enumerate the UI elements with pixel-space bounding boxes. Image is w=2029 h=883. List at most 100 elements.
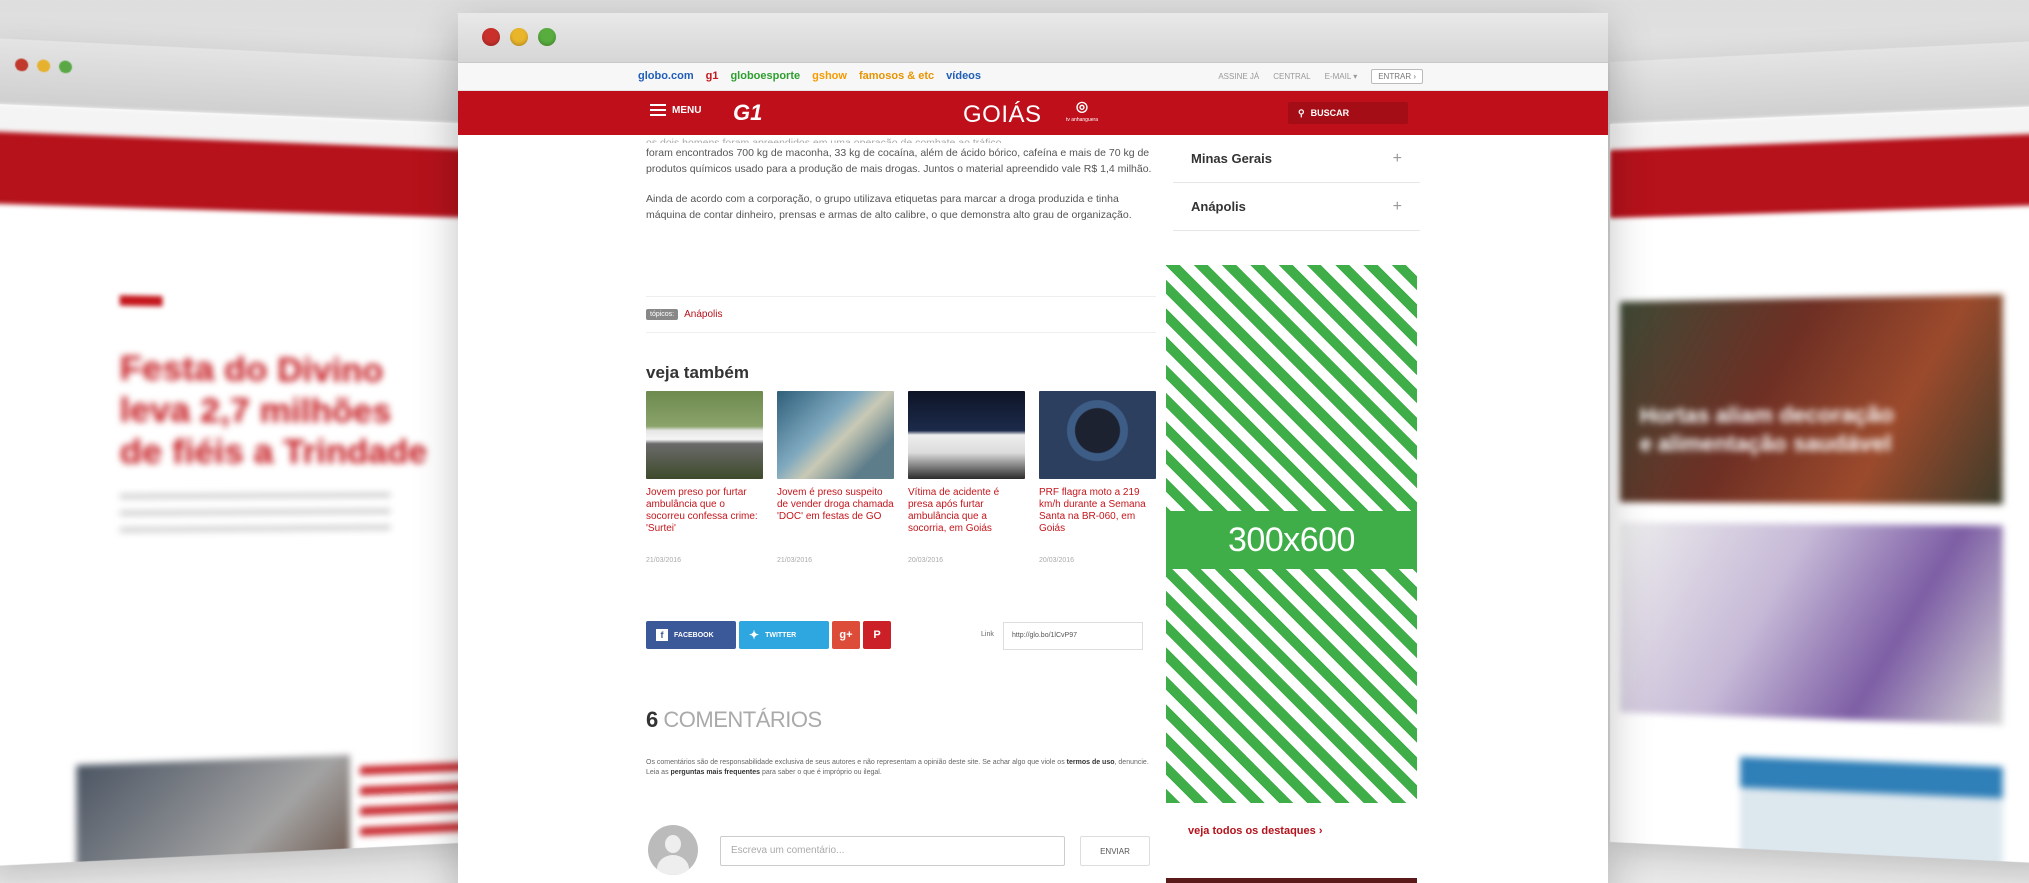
facebook-icon: f <box>656 629 668 641</box>
subscribe-link[interactable]: ASSINE JÁ <box>1218 72 1259 81</box>
region-label: Minas Gerais <box>1191 151 1272 166</box>
left-thumbnail <box>76 755 349 866</box>
left-headline: Festa do Divino leva 2,7 milhões de fiéi… <box>120 347 431 472</box>
googleplus-share-button[interactable]: g+ <box>832 621 860 649</box>
related-thumbnail <box>777 391 894 479</box>
g1-link[interactable]: g1 <box>706 70 719 82</box>
hamburger-icon <box>650 104 666 116</box>
twitter-label: TWITTER <box>765 632 796 639</box>
left-section-tag <box>120 295 163 306</box>
ad-placeholder[interactable]: 300x600 <box>1166 265 1417 803</box>
region-list: Minas Gerais + Anápolis + <box>1173 135 1420 231</box>
terms-link[interactable]: termos de uso <box>1067 759 1115 766</box>
site-header: MENU G1 GOIÁS ◎ tv anhanguera ⚲ BUSCAR <box>458 91 1608 135</box>
related-card[interactable]: Jovem preso por furtar ambulância que o … <box>646 391 763 564</box>
related-thumbnail <box>646 391 763 479</box>
left-browser-window: Festa do Divino leva 2,7 milhões de fiéi… <box>0 38 480 866</box>
region-label: Anápolis <box>1191 199 1246 214</box>
account-links: ASSINE JÁ CENTRAL E-MAIL ▾ ENTRAR › <box>1218 69 1423 84</box>
twitter-icon: ✦ <box>749 628 759 642</box>
search-icon: ⚲ <box>1298 108 1305 119</box>
globo-network-bar: globo.com g1 globoesporte gshow famosos … <box>458 63 1608 91</box>
short-link-field[interactable]: http://glo.bo/1lCvP97 <box>1003 622 1143 650</box>
related-title[interactable]: Jovem é preso suspeito de vender droga c… <box>777 487 894 549</box>
article-tags: tópicos: Anápolis <box>646 296 1156 333</box>
videos-link[interactable]: vídeos <box>946 70 981 82</box>
related-date: 20/03/2016 <box>1039 557 1156 564</box>
twitter-share-button[interactable]: ✦ TWITTER <box>739 621 829 649</box>
related-date: 21/03/2016 <box>646 557 763 564</box>
minimize-dot-icon[interactable] <box>510 28 528 46</box>
browser-chrome <box>458 13 1608 63</box>
related-card[interactable]: Vítima de acidente é presa após furtar a… <box>908 391 1025 564</box>
main-browser-window: globo.com g1 globoesporte gshow famosos … <box>458 13 1608 883</box>
minimize-dot-icon <box>37 59 50 72</box>
maximize-dot-icon <box>59 60 72 73</box>
plus-icon[interactable]: + <box>1393 198 1402 216</box>
tags-label: tópicos: <box>646 309 678 320</box>
g1-logo[interactable]: G1 <box>733 100 762 126</box>
login-button[interactable]: ENTRAR › <box>1371 69 1423 84</box>
plus-icon[interactable]: + <box>1393 150 1402 168</box>
related-card[interactable]: Jovem é preso suspeito de vender droga c… <box>777 391 894 564</box>
article-paragraph: Ainda de acordo com a corporação, o grup… <box>646 191 1156 223</box>
search-button[interactable]: ⚲ BUSCAR <box>1288 102 1408 124</box>
menu-label: MENU <box>672 105 701 116</box>
article-body: os dois homens foram apreendidos em uma … <box>646 135 1156 237</box>
gshow-link[interactable]: gshow <box>812 70 847 82</box>
right-feature-image-3 <box>1740 757 2003 864</box>
search-label: BUSCAR <box>1311 108 1350 118</box>
famosos-link[interactable]: famosos & etc <box>859 70 934 82</box>
tag-link-anapolis[interactable]: Anápolis <box>684 309 722 320</box>
ad-size-label: 300x600 <box>1166 511 1417 569</box>
globoesporte-link[interactable]: globoesporte <box>730 70 800 82</box>
see-also-cards: Jovem preso por furtar ambulância que o … <box>646 391 1156 564</box>
disclaimer-text: Os comentários são de responsabilidade e… <box>646 759 1067 766</box>
region-item-anapolis[interactable]: Anápolis + <box>1173 183 1420 231</box>
user-avatar-icon <box>648 825 698 875</box>
right-feature-image-2 <box>1620 522 2003 725</box>
close-dot-icon[interactable] <box>482 28 500 46</box>
comments-disclaimer: Os comentários são de responsabilidade e… <box>646 758 1156 778</box>
site-title[interactable]: GOIÁS <box>963 101 1042 129</box>
related-card[interactable]: PRF flagra moto a 219 km/h durante a Sem… <box>1039 391 1156 564</box>
related-thumbnail <box>908 391 1025 479</box>
related-title[interactable]: Jovem preso por furtar ambulância que o … <box>646 487 763 549</box>
central-link[interactable]: CENTRAL <box>1273 72 1310 81</box>
faq-link[interactable]: perguntas mais frequentes <box>671 769 760 776</box>
related-date: 21/03/2016 <box>777 557 894 564</box>
email-dropdown[interactable]: E-MAIL ▾ <box>1325 72 1358 81</box>
maximize-dot-icon[interactable] <box>538 28 556 46</box>
pinterest-share-button[interactable]: P <box>863 621 891 649</box>
right-headline: Hortas aliam decoração e alimentação sau… <box>1640 400 1907 458</box>
next-module-edge <box>1166 878 1417 883</box>
related-title[interactable]: Vítima de acidente é presa após furtar a… <box>908 487 1025 549</box>
comment-input[interactable]: Escreva um comentário... <box>720 836 1065 866</box>
globo-network-links: globo.com g1 globoesporte gshow famosos … <box>638 70 981 82</box>
send-comment-button[interactable]: ENVIAR <box>1080 836 1150 866</box>
menu-button[interactable]: MENU <box>650 104 701 116</box>
left-window-controls <box>15 58 72 73</box>
related-date: 20/03/2016 <box>908 557 1025 564</box>
see-also-title: veja também <box>646 363 749 383</box>
article-paragraph-partial: os dois homens foram apreendidos em uma … <box>646 135 1156 143</box>
region-item-minas-gerais[interactable]: Minas Gerais + <box>1173 135 1420 183</box>
window-controls <box>482 28 556 46</box>
see-all-highlights-link[interactable]: veja todos os destaques › <box>1188 825 1322 837</box>
short-link-label: Link <box>981 631 994 638</box>
avatar-body <box>657 855 689 875</box>
left-subheadline <box>120 492 391 535</box>
globo-link[interactable]: globo.com <box>638 70 694 82</box>
left-thumbnail-caption <box>360 762 470 848</box>
comments-heading: 6 COMENTÁRIOS <box>646 707 822 733</box>
tv-anhanguera-logo: ◎ tv anhanguera <box>1062 99 1102 127</box>
facebook-share-button[interactable]: f FACEBOOK <box>646 621 736 649</box>
globo-circle-icon: ◎ <box>1076 98 1088 114</box>
comments-label: COMENTÁRIOS <box>663 707 821 732</box>
tv-anhanguera-label: tv anhanguera <box>1062 113 1102 127</box>
related-title[interactable]: PRF flagra moto a 219 km/h durante a Sem… <box>1039 487 1156 549</box>
comments-count: 6 <box>646 707 658 732</box>
close-dot-icon <box>15 58 28 71</box>
share-bar: f FACEBOOK ✦ TWITTER g+ P <box>646 621 891 649</box>
right-feature-image: Hortas aliam decoração e alimentação sau… <box>1620 295 2003 505</box>
